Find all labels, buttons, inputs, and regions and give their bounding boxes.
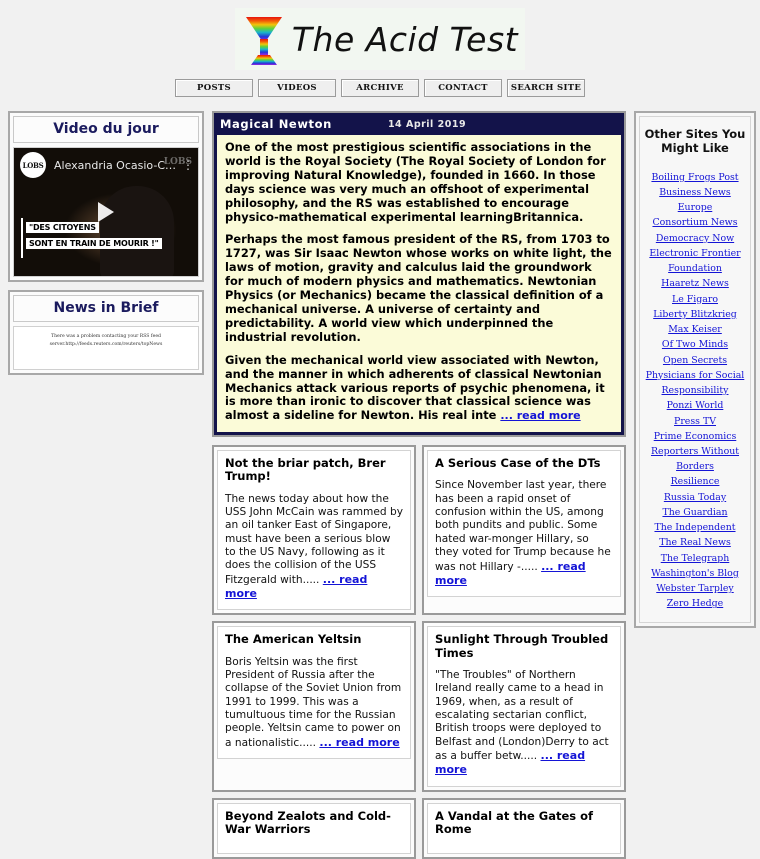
nav-search-site[interactable]: SEARCH SITE [507,79,585,97]
rss-error-line-1: There was a problem contacting your RSS … [51,334,161,339]
site-masthead: The Acid Test [235,8,525,70]
article-card-title[interactable]: A Vandal at the Gates of Rome [435,809,613,836]
article-card-title[interactable]: Beyond Zealots and Cold-War Warriors [225,809,403,836]
rss-error-line-2: server.http://feeds.reuters.com/reuters/… [49,341,163,347]
video-caption-line-1: "DES CITOYENS [26,222,99,233]
article-card[interactable]: Sunlight Through Troubled Times "The Tro… [422,621,626,792]
featured-paragraph-1: One of the most prestigious scientific a… [225,140,606,224]
article-card[interactable]: A Vandal at the Gates of Rome [422,797,626,859]
site-link[interactable]: Le Figaro [644,292,746,307]
site-link[interactable]: Of Two Minds [644,337,746,352]
site-link[interactable]: Press TV [644,414,746,429]
site-link[interactable]: Max Keiser [644,322,746,337]
featured-article-date: 14 April 2019 [387,118,467,130]
article-card-text: "The Troubles" of Northern Ireland reall… [435,669,613,778]
site-link[interactable]: Webster Tarpley [644,581,746,596]
content-columns: Video du jour LOBS LOBS Alexandria Ocasi… [0,111,760,859]
article-card-excerpt: The news today about how the USS John Mc… [225,492,403,586]
site-link[interactable]: The Independent [644,520,746,535]
play-icon[interactable] [98,202,114,222]
nav-archive[interactable]: ARCHIVE [341,79,419,97]
article-card-title[interactable]: Sunlight Through Troubled Times [435,633,613,660]
other-sites-link-list: Boiling Frogs Post Business News Europe … [644,170,746,612]
featured-paragraph-2: Perhaps the most famous president of the… [225,232,612,344]
other-sites-widget: Other Sites You Might Like Boiling Frogs… [634,111,756,628]
article-card-title[interactable]: Not the briar patch, Brer Trump! [225,456,403,483]
rainbow-cocktail-glass-icon [245,17,282,65]
site-link[interactable]: Resilience [644,474,746,489]
video-subject-figure [100,186,175,276]
site-title: The Acid Test [291,19,519,59]
featured-paragraph-3: Given the mechanical world view associat… [225,353,613,424]
nav-posts[interactable]: POSTS [175,79,253,97]
nav-videos[interactable]: VIDEOS [258,79,336,97]
featured-read-more-link[interactable]: ... read more [500,409,580,422]
left-sidebar: Video du jour LOBS LOBS Alexandria Ocasi… [8,111,204,375]
site-link[interactable]: Open Secrets [644,353,746,368]
video-du-jour-widget: Video du jour LOBS LOBS Alexandria Ocasi… [8,111,204,282]
site-link[interactable]: Zero Hedge [644,596,746,611]
page-root: The Acid Test POSTS VIDEOS ARCHIVE CONTA… [0,8,760,859]
site-link[interactable]: Democracy Now [644,231,746,246]
video-top-bar: LOBS Alexandria Ocasio-Cor... ⋮ [14,148,198,182]
site-link[interactable]: The Guardian [644,505,746,520]
article-card-grid: Not the briar patch, Brer Trump! The new… [212,445,626,859]
site-link[interactable]: Consortium News [644,215,746,230]
site-link[interactable]: Business News Europe [644,185,746,215]
site-link[interactable]: Haaretz News [644,276,746,291]
article-card-title[interactable]: A Serious Case of the DTs [435,456,613,470]
other-sites-heading-line-2: Might Like [661,141,729,156]
other-sites-heading: Other Sites You Might Like [644,127,746,156]
other-sites-heading-line-1: Other Sites You [644,127,746,141]
article-card-text: The news today about how the USS John Mc… [225,493,403,602]
featured-article-title[interactable]: Magical Newton [220,117,332,131]
site-link[interactable]: Russia Today [644,490,746,505]
article-card[interactable]: Beyond Zealots and Cold-War Warriors [212,797,416,859]
site-link[interactable]: The Real News [644,535,746,550]
news-in-brief-widget: News in Brief There was a problem contac… [8,290,204,375]
site-link[interactable]: Electronic Frontier Foundation [644,246,746,276]
video-player[interactable]: LOBS LOBS Alexandria Ocasio-Cor... ⋮ "DE… [13,147,199,277]
site-link[interactable]: Washington's Blog [644,566,746,581]
article-card[interactable]: A Serious Case of the DTs Since November… [422,445,626,616]
right-sidebar: Other Sites You Might Like Boiling Frogs… [634,111,756,628]
nav-contact[interactable]: CONTACT [424,79,502,97]
article-card[interactable]: The American Yeltsin Boris Yeltsin was t… [212,621,416,792]
site-link[interactable]: Reporters Without Borders [644,444,746,474]
video-title[interactable]: Alexandria Ocasio-Cor... [54,159,182,172]
main-content: Magical Newton 14 April 2019 One of the … [212,111,626,859]
featured-article: Magical Newton 14 April 2019 One of the … [212,111,626,438]
site-link[interactable]: Prime Economics [644,429,746,444]
site-link[interactable]: Ponzi World [644,398,746,413]
featured-article-header: Magical Newton 14 April 2019 [216,115,622,134]
main-navigation: POSTS VIDEOS ARCHIVE CONTACT SEARCH SITE [0,79,760,97]
article-card[interactable]: Not the briar patch, Brer Trump! The new… [212,445,416,616]
article-card-title[interactable]: The American Yeltsin [225,633,403,646]
site-link[interactable]: Liberty Blitzkrieg [644,307,746,322]
site-link[interactable]: Boiling Frogs Post [644,170,746,185]
article-card-text: Boris Yeltsin was the first President of… [225,656,403,750]
news-in-brief-heading: News in Brief [13,295,199,322]
channel-avatar[interactable]: LOBS [20,152,46,178]
featured-article-body: One of the most prestigious scientific a… [216,134,622,434]
video-widget-heading: Video du jour [13,116,199,143]
site-link[interactable]: Physicians for Social Responsibility [644,368,746,398]
site-link[interactable]: The Telegraph [644,551,746,566]
kebab-menu-icon[interactable]: ⋮ [182,159,194,171]
article-read-more-link[interactable]: ... read more [319,736,399,749]
news-in-brief-body: There was a problem contacting your RSS … [13,326,199,370]
article-card-text: Since November last year, there has been… [435,479,613,588]
video-caption-line-2: SONT EN TRAIN DE MOURIR !" [26,238,162,249]
caption-accent-bar [21,218,23,258]
